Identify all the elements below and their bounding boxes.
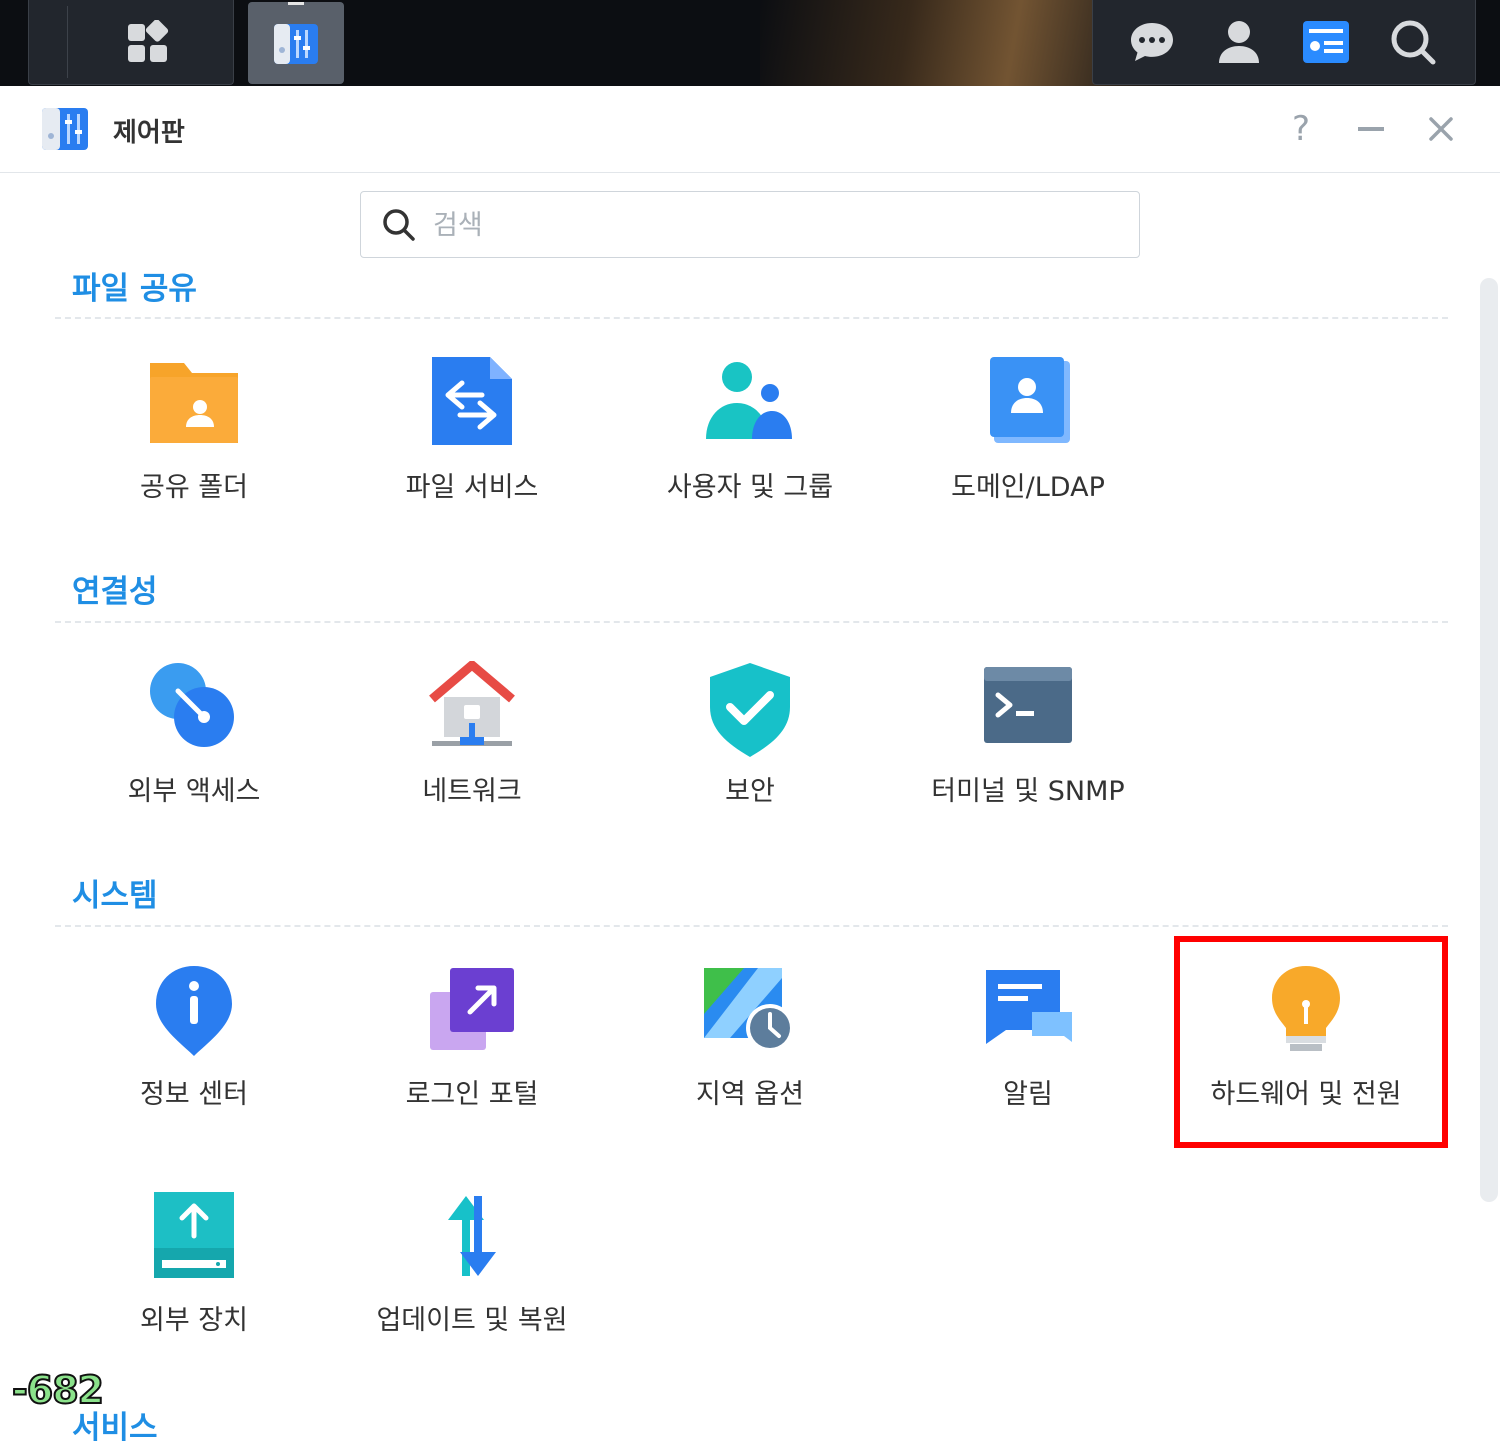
user-icon (1219, 21, 1259, 63)
shared-folder-icon (150, 363, 238, 443)
tile-label: 지역 옵션 (696, 1079, 804, 1110)
shield-icon (710, 663, 790, 757)
control-panel-taskbar-button[interactable] (248, 2, 344, 84)
terminal-icon (984, 667, 1072, 743)
section-title-connectivity: 연결성 (72, 574, 158, 610)
chat-bubble-icon (1131, 23, 1173, 61)
taskbar-separator (67, 6, 68, 78)
search-icon (1391, 20, 1436, 65)
tile-label: 외부 장치 (140, 1305, 248, 1336)
tile-label: 터미널 및 SNMP (931, 776, 1125, 807)
tile-network[interactable]: 네트워크 (333, 661, 611, 861)
tile-label: 네트워크 (422, 776, 522, 807)
tile-hardware-power[interactable]: 하드웨어 및 전원 (1167, 964, 1445, 1164)
login-portal-icon (430, 968, 514, 1050)
external-access-icon (150, 663, 234, 747)
tile-file-services[interactable]: 파일 서비스 (333, 357, 611, 557)
active-indicator (288, 2, 304, 5)
tile-terminal-snmp[interactable]: 터미널 및 SNMP (889, 661, 1167, 861)
tile-label: 사용자 및 그룹 (666, 472, 834, 503)
tile-label: 알림 (1003, 1079, 1053, 1110)
tile-label: 보안 (725, 776, 775, 807)
search-icon (383, 209, 415, 241)
tile-label: 로그인 포털 (405, 1079, 539, 1110)
tile-label: 하드웨어 및 전원 (1210, 1079, 1402, 1110)
widgets-icon (1303, 21, 1349, 63)
section-divider (55, 317, 1448, 319)
tile-info-center[interactable]: 정보 센터 (55, 964, 333, 1164)
tile-label: 도메인/LDAP (951, 472, 1105, 503)
close-button[interactable] (1416, 104, 1466, 154)
search-button[interactable] (1383, 12, 1443, 72)
minimize-button[interactable] (1346, 104, 1396, 154)
network-icon (429, 661, 515, 746)
tile-regional-options[interactable]: 지역 옵션 (611, 964, 889, 1164)
section-divider (55, 925, 1448, 927)
close-icon (1429, 117, 1453, 141)
tile-label: 파일 서비스 (405, 472, 539, 503)
section-divider (55, 621, 1448, 623)
lightbulb-icon (1272, 966, 1340, 1051)
domain-ldap-icon (990, 357, 1070, 443)
scrollbar[interactable] (1480, 278, 1498, 1202)
info-icon (156, 966, 232, 1056)
tile-label: 외부 액세스 (127, 776, 261, 807)
tile-security[interactable]: 보안 (611, 661, 889, 861)
search-box (360, 191, 1140, 258)
tile-login-portal[interactable]: 로그인 포털 (333, 964, 611, 1164)
window-title: 제어판 (113, 118, 185, 148)
control-panel-icon (42, 108, 88, 150)
control-panel-icon (274, 24, 318, 64)
users-groups-icon (706, 362, 792, 439)
tile-external-devices[interactable]: 외부 장치 (55, 1190, 333, 1390)
tile-users-groups[interactable]: 사용자 및 그룹 (611, 357, 889, 557)
window-header: 제어판 ? (0, 86, 1500, 173)
tile-notifications[interactable]: 알림 (889, 964, 1167, 1164)
taskbar (0, 0, 1500, 86)
refresh-icon (448, 1196, 496, 1276)
main-menu-button[interactable] (108, 12, 188, 72)
overlay-badge: -682 (11, 1367, 105, 1413)
tile-update-restore[interactable]: 업데이트 및 복원 (333, 1190, 611, 1390)
help-button[interactable]: ? (1276, 104, 1326, 154)
tile-domain-ldap[interactable]: 도메인/LDAP (889, 357, 1167, 557)
section-title-system: 시스템 (72, 878, 158, 914)
user-button[interactable] (1209, 12, 1269, 72)
regional-options-icon (704, 968, 794, 1052)
minimize-icon (1358, 127, 1384, 131)
notification-icon (986, 970, 1072, 1044)
external-device-icon (154, 1192, 234, 1278)
tile-label: 정보 센터 (140, 1079, 248, 1110)
widgets-button[interactable] (1296, 12, 1356, 72)
search-input[interactable] (431, 202, 1115, 248)
notifications-button[interactable] (1122, 12, 1182, 72)
tile-external-access[interactable]: 외부 액세스 (55, 661, 333, 861)
apps-grid-icon (128, 20, 169, 62)
tile-shared-folder[interactable]: 공유 폴더 (55, 357, 333, 557)
tile-label: 공유 폴더 (140, 472, 248, 503)
file-services-icon (432, 357, 512, 445)
section-title-file-sharing: 파일 공유 (72, 271, 197, 307)
tile-label: 업데이트 및 복원 (376, 1305, 568, 1336)
